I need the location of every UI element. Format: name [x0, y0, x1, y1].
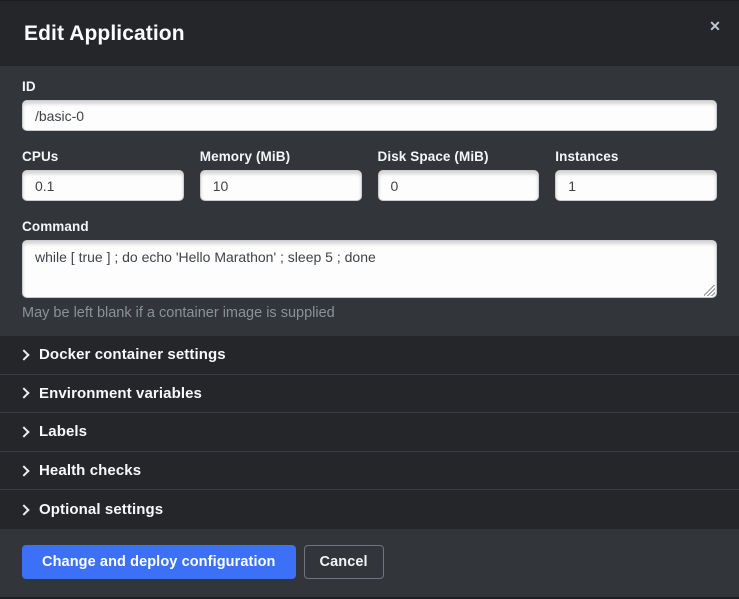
- section-optional-settings[interactable]: Optional settings: [0, 490, 739, 529]
- disk-field-group: Disk Space (MiB): [378, 149, 540, 201]
- modal-header: Edit Application ✕: [0, 1, 739, 66]
- modal-title: Edit Application: [24, 22, 185, 46]
- chevron-right-icon: [18, 388, 29, 399]
- section-environment-variables[interactable]: Environment variables: [0, 375, 739, 414]
- memory-field-group: Memory (MiB): [200, 149, 362, 201]
- id-field-group: ID: [22, 79, 717, 131]
- instances-field-group: Instances: [555, 149, 717, 201]
- section-health-checks[interactable]: Health checks: [0, 452, 739, 491]
- edit-application-modal: Edit Application ✕ ID CPUs Memory (MiB) …: [0, 0, 739, 599]
- chevron-right-icon: [18, 349, 29, 360]
- cpus-label: CPUs: [22, 149, 184, 164]
- command-help-text: May be left blank if a container image i…: [22, 305, 717, 321]
- disk-input[interactable]: [378, 170, 540, 201]
- command-textarea-wrap: [22, 240, 717, 298]
- cpus-field-group: CPUs: [22, 149, 184, 201]
- section-label: Optional settings: [39, 501, 163, 518]
- section-docker-container-settings[interactable]: Docker container settings: [0, 336, 739, 375]
- command-field-group: Command May be left blank if a container…: [22, 219, 717, 321]
- chevron-right-icon: [18, 426, 29, 437]
- section-label: Docker container settings: [39, 346, 226, 363]
- close-icon[interactable]: ✕: [704, 15, 726, 37]
- command-label: Command: [22, 219, 717, 234]
- cancel-button[interactable]: Cancel: [304, 545, 384, 579]
- section-label: Labels: [39, 423, 87, 440]
- memory-input[interactable]: [200, 170, 362, 201]
- chevron-right-icon: [18, 504, 29, 515]
- section-label: Health checks: [39, 462, 141, 479]
- id-label: ID: [22, 79, 717, 94]
- memory-label: Memory (MiB): [200, 149, 362, 164]
- section-label: Environment variables: [39, 385, 202, 402]
- resources-row: CPUs Memory (MiB) Disk Space (MiB) Insta…: [22, 149, 717, 201]
- id-input[interactable]: [22, 100, 717, 131]
- instances-label: Instances: [555, 149, 717, 164]
- modal-footer: Change and deploy configuration Cancel: [0, 529, 739, 597]
- chevron-right-icon: [18, 465, 29, 476]
- instances-input[interactable]: [555, 170, 717, 201]
- change-and-deploy-button[interactable]: Change and deploy configuration: [22, 545, 296, 579]
- disk-label: Disk Space (MiB): [378, 149, 540, 164]
- collapsible-sections: Docker container settings Environment va…: [0, 336, 739, 529]
- command-textarea[interactable]: [22, 240, 717, 298]
- section-labels[interactable]: Labels: [0, 413, 739, 452]
- cpus-input[interactable]: [22, 170, 184, 201]
- application-form: ID CPUs Memory (MiB) Disk Space (MiB) In…: [0, 66, 739, 336]
